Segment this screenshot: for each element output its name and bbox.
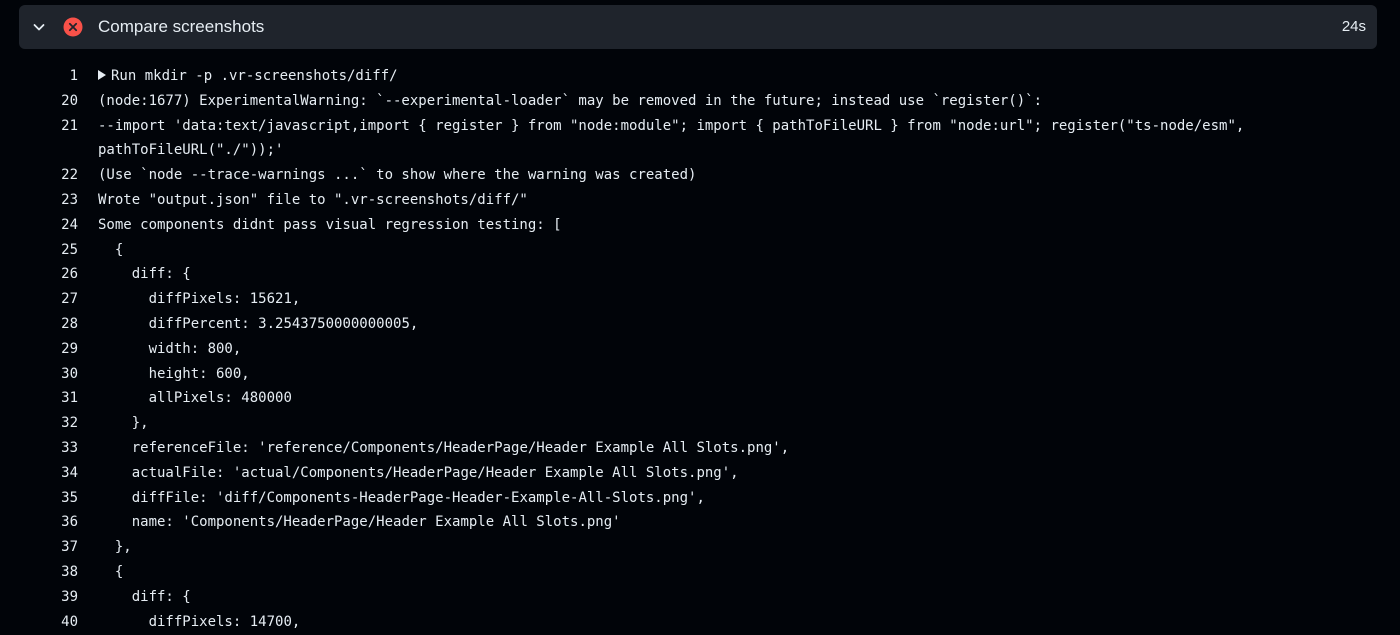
log-line-text: referenceFile: 'reference/Components/Hea…	[98, 439, 790, 456]
log-line: 31 allPixels: 480000	[0, 386, 1400, 411]
log-line: 34 actualFile: 'actual/Components/Header…	[0, 461, 1400, 486]
triangle-right-icon[interactable]	[98, 70, 106, 80]
log-line-text: name: 'Components/HeaderPage/Header Exam…	[98, 514, 621, 531]
line-number[interactable]: 26	[0, 262, 78, 287]
log-line: 35 diffFile: 'diff/Components-HeaderPage…	[0, 486, 1400, 511]
log-line: 20 (node:1677) ExperimentalWarning: `--e…	[0, 89, 1400, 114]
log-line-text: (Use `node --trace-warnings ...` to show…	[98, 167, 697, 184]
log-line: 30 height: 600,	[0, 362, 1400, 387]
log-line-text: {	[98, 563, 124, 580]
log-line: 24 Some components didnt pass visual reg…	[0, 213, 1400, 238]
log-line[interactable]: 1 Run mkdir -p .vr-screenshots/diff/	[0, 64, 1400, 89]
line-number[interactable]: 25	[0, 238, 78, 263]
log-line-text: diffPercent: 3.2543750000000005,	[98, 315, 419, 332]
line-number[interactable]: 33	[0, 436, 78, 461]
line-number[interactable]: 24	[0, 213, 78, 238]
log-line: 26 diff: {	[0, 262, 1400, 287]
log-line-text: {	[98, 241, 124, 258]
line-number[interactable]: 35	[0, 486, 78, 511]
log-line: 37 },	[0, 535, 1400, 560]
log-line: 21 --import 'data:text/javascript,import…	[0, 114, 1400, 164]
step-duration: 24s	[1341, 18, 1366, 35]
log-line: 32 },	[0, 411, 1400, 436]
line-number[interactable]: 34	[0, 461, 78, 486]
log-line: 38 {	[0, 560, 1400, 585]
line-number[interactable]: 21	[0, 114, 78, 139]
log-line-text: actualFile: 'actual/Components/HeaderPag…	[98, 464, 739, 481]
line-number[interactable]: 30	[0, 362, 78, 387]
chevron-down-icon[interactable]	[31, 19, 47, 35]
log-line-text: Wrote "output.json" file to ".vr-screens…	[98, 191, 528, 208]
log-line-text: diff: {	[98, 588, 191, 605]
line-number[interactable]: 29	[0, 337, 78, 362]
line-number[interactable]: 27	[0, 287, 78, 312]
log-line-text: },	[98, 415, 149, 432]
line-number[interactable]: 20	[0, 89, 78, 114]
log-line-text: allPixels: 480000	[98, 390, 292, 407]
line-number[interactable]: 23	[0, 188, 78, 213]
log-line: 29 width: 800,	[0, 337, 1400, 362]
line-number[interactable]: 39	[0, 585, 78, 610]
log-line-text[interactable]: Run mkdir -p .vr-screenshots/diff/	[98, 64, 1328, 89]
log-line-text: },	[98, 539, 132, 556]
log-line-text: width: 800,	[98, 340, 242, 357]
log-line-text: diffPixels: 14700,	[98, 613, 301, 630]
line-number[interactable]: 22	[0, 163, 78, 188]
step-header[interactable]: Compare screenshots 24s	[19, 5, 1377, 49]
x-circle-icon	[63, 17, 83, 37]
log-line-text: height: 600,	[98, 365, 250, 382]
log-line-text: Some components didnt pass visual regres…	[98, 216, 562, 233]
line-number[interactable]: 28	[0, 312, 78, 337]
line-number[interactable]: 1	[0, 64, 78, 89]
log-line: 28 diffPercent: 3.2543750000000005,	[0, 312, 1400, 337]
log-group-label[interactable]: Run mkdir -p .vr-screenshots/diff/	[111, 68, 398, 84]
line-number[interactable]: 32	[0, 411, 78, 436]
log-line: 23 Wrote "output.json" file to ".vr-scre…	[0, 188, 1400, 213]
log-line: 22 (Use `node --trace-warnings ...` to s…	[0, 163, 1400, 188]
line-number[interactable]: 31	[0, 386, 78, 411]
log-line-text: --import 'data:text/javascript,import { …	[98, 117, 1245, 159]
log-line-text: (node:1677) ExperimentalWarning: `--expe…	[98, 92, 1043, 109]
log-line-text: diffPixels: 15621,	[98, 291, 301, 308]
line-number[interactable]: 37	[0, 535, 78, 560]
step-title[interactable]: Compare screenshots	[98, 5, 264, 49]
line-number[interactable]: 40	[0, 610, 78, 635]
log-line: 33 referenceFile: 'reference/Components/…	[0, 436, 1400, 461]
log-line-text: diff: {	[98, 266, 191, 283]
log-line-text: diffFile: 'diff/Components-HeaderPage-He…	[98, 489, 705, 506]
log-line: 25 {	[0, 238, 1400, 263]
log-line: 39 diff: {	[0, 585, 1400, 610]
line-number[interactable]: 38	[0, 560, 78, 585]
log-line: 36 name: 'Components/HeaderPage/Header E…	[0, 510, 1400, 535]
log-line: 40 diffPixels: 14700,	[0, 610, 1400, 635]
line-number[interactable]: 36	[0, 510, 78, 535]
log-output: 1 Run mkdir -p .vr-screenshots/diff/ 20 …	[0, 64, 1400, 634]
log-line: 27 diffPixels: 15621,	[0, 287, 1400, 312]
